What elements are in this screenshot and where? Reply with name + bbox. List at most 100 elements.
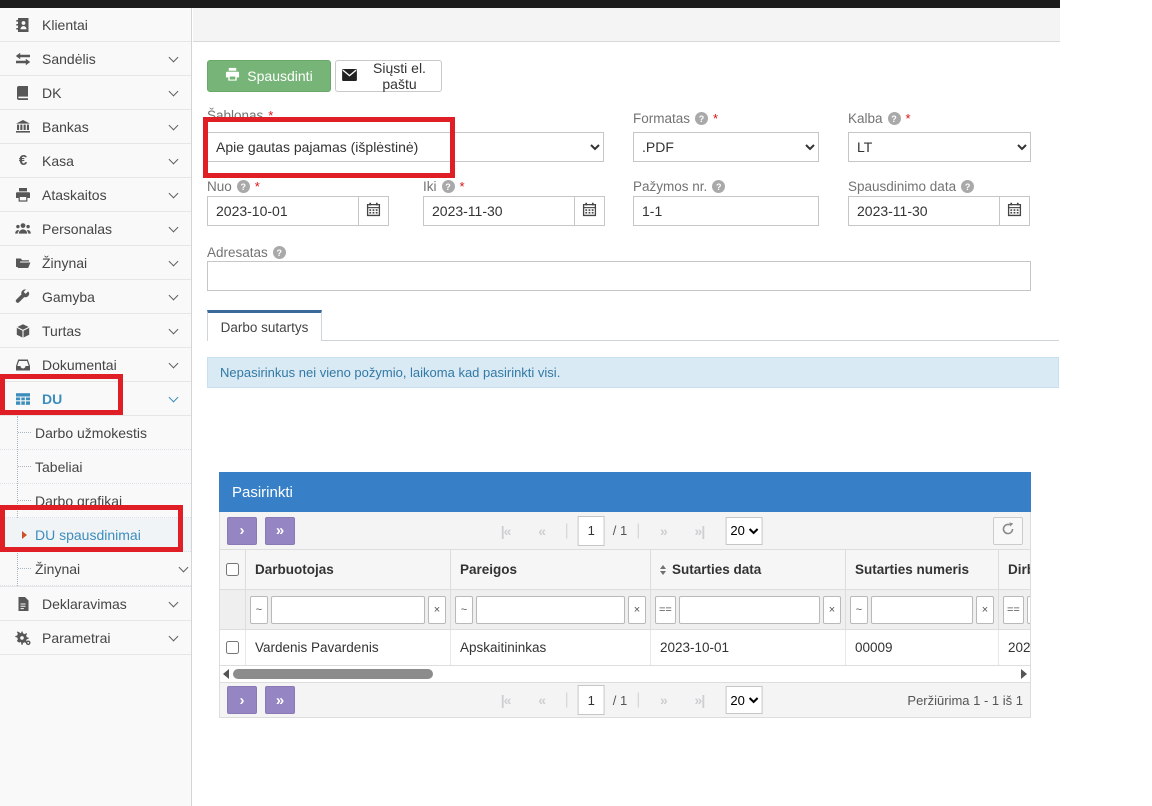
filter-input-pareigos[interactable] xyxy=(476,596,625,624)
first-page-button[interactable]: |« xyxy=(491,518,521,544)
filter-clear-button[interactable]: × xyxy=(823,596,841,624)
book-icon xyxy=(13,85,33,101)
sidebar-subitem-tabeliai[interactable]: Tabeliai xyxy=(0,450,191,484)
page-size-select[interactable]: 20 xyxy=(725,517,762,545)
sort-icon[interactable] xyxy=(660,562,666,578)
help-icon[interactable] xyxy=(888,112,901,125)
refresh-icon xyxy=(1001,522,1015,539)
filter-input-darbuotojas[interactable] xyxy=(271,596,425,624)
filter-input-sutarties-numeris[interactable] xyxy=(871,596,973,624)
formatas-select[interactable]: .PDF xyxy=(633,132,819,162)
sablonas-select[interactable]: Apie gautas pajamas (išplėstinė) xyxy=(207,132,604,162)
sidebar-item-ataskaitos[interactable]: Ataskaitos xyxy=(0,178,191,212)
select-page-button[interactable]: › xyxy=(227,686,257,714)
top-bar xyxy=(0,0,1060,8)
sidebar-item-zinynai[interactable]: Žinynai xyxy=(0,246,191,280)
help-icon[interactable] xyxy=(273,246,286,259)
sidebar-subitem-du-spausdinimai[interactable]: DU spausdinimai xyxy=(0,518,191,552)
filter-op-button[interactable]: ~ xyxy=(850,596,868,624)
sidebar-item-gamyba[interactable]: Gamyba xyxy=(0,280,191,314)
pager-separator xyxy=(565,691,569,709)
filter-clear-button[interactable]: × xyxy=(976,596,994,624)
tab-darbo-sutartys[interactable]: Darbo sutartys xyxy=(207,310,322,341)
pazymos-nr-input[interactable] xyxy=(633,196,819,226)
sidebar-item-du[interactable]: DU xyxy=(0,382,191,416)
last-page-button[interactable]: »| xyxy=(684,518,714,544)
refresh-button[interactable] xyxy=(993,517,1023,545)
page-number-input[interactable] xyxy=(578,516,605,546)
next-page-button[interactable]: » xyxy=(648,687,678,713)
filter-input-sutarties-data[interactable] xyxy=(679,596,820,624)
kalba-label: Kalba* xyxy=(848,111,911,126)
nuo-calendar-button[interactable] xyxy=(358,196,389,226)
row-checkbox[interactable] xyxy=(226,641,239,654)
filter-input-dirba[interactable] xyxy=(1027,596,1031,624)
prev-page-button[interactable]: « xyxy=(527,518,557,544)
scrollbar-thumb[interactable] xyxy=(233,669,433,679)
sidebar-item-dokumentai[interactable]: Dokumentai xyxy=(0,348,191,382)
select-all-button[interactable]: » xyxy=(265,686,295,714)
column-header-dirba[interactable]: Dirba xyxy=(999,550,1030,589)
page-count-label: / 1 xyxy=(613,523,627,538)
sidebar-item-kasa[interactable]: Kasa xyxy=(0,144,191,178)
horizontal-scrollbar[interactable] xyxy=(219,666,1031,682)
select-all-button[interactable]: » xyxy=(265,517,295,545)
spausdinimo-data-input[interactable] xyxy=(848,196,1000,226)
calendar-icon xyxy=(1007,202,1022,220)
sidebar-item-turtas[interactable]: Turtas xyxy=(0,314,191,348)
iki-calendar-button[interactable] xyxy=(574,196,605,226)
help-icon[interactable] xyxy=(712,180,725,193)
page-size-select[interactable]: 20 xyxy=(725,686,762,714)
sidebar-item-bankas[interactable]: Bankas xyxy=(0,110,191,144)
help-icon[interactable] xyxy=(695,112,708,125)
filter-op-button[interactable]: == xyxy=(1003,596,1024,624)
spausdinimo-data-calendar-button[interactable] xyxy=(999,196,1030,226)
sidebar-item-parametrai[interactable]: Parametrai xyxy=(0,621,191,655)
select-page-button[interactable]: › xyxy=(227,517,257,545)
pagination-top: |« « / 1 » »| 20 xyxy=(488,516,763,546)
sidebar-item-deklaravimas[interactable]: Deklaravimas xyxy=(0,587,191,621)
help-icon[interactable] xyxy=(961,180,974,193)
address-book-icon xyxy=(13,17,33,33)
column-header-darbuotojas[interactable]: Darbuotojas xyxy=(246,550,451,589)
sidebar-subitem-zinynai[interactable]: Žinynai xyxy=(0,552,191,586)
nuo-input[interactable] xyxy=(207,196,359,226)
print-button[interactable]: Spausdinti xyxy=(207,60,331,92)
adresatas-label: Adresatas xyxy=(207,245,286,260)
cell-pareigos: Apskaitininkas xyxy=(451,630,651,665)
next-page-button[interactable]: » xyxy=(648,518,678,544)
du-submenu: Darbo užmokestis Tabeliai Darbo grafikai… xyxy=(0,416,191,587)
filter-clear-button[interactable]: × xyxy=(428,596,446,624)
sidebar-item-sandelis[interactable]: Sandėlis xyxy=(0,42,191,76)
sidebar-subitem-darbo-grafikai[interactable]: Darbo grafikai xyxy=(0,484,191,518)
help-icon[interactable] xyxy=(237,180,250,193)
filter-op-button[interactable]: ~ xyxy=(455,596,473,624)
table-row[interactable]: Vardenis Pavardenis Apskaitininkas 2023-… xyxy=(219,630,1031,666)
prev-page-button[interactable]: « xyxy=(527,687,557,713)
sidebar-item-personalas[interactable]: Personalas xyxy=(0,212,191,246)
help-icon[interactable] xyxy=(442,180,455,193)
cell-sutarties-numeris: 00009 xyxy=(846,630,999,665)
chevron-down-icon xyxy=(169,258,179,268)
sidebar-subitem-darbo-uzmokestis[interactable]: Darbo užmokestis xyxy=(0,416,191,450)
column-header-sutarties-data[interactable]: Sutarties data xyxy=(651,550,846,589)
column-header-sutarties-numeris[interactable]: Sutarties numeris xyxy=(846,550,999,589)
first-page-button[interactable]: |« xyxy=(491,687,521,713)
page-number-input[interactable] xyxy=(578,685,605,715)
adresatas-input[interactable] xyxy=(207,261,1031,291)
iki-input[interactable] xyxy=(423,196,575,226)
scroll-left-arrow[interactable] xyxy=(223,669,229,679)
scroll-right-arrow[interactable] xyxy=(1021,669,1027,679)
cell-dirba: 2023 xyxy=(999,630,1031,665)
kalba-select[interactable]: LT xyxy=(848,132,1031,162)
select-all-checkbox[interactable] xyxy=(226,563,239,576)
filter-clear-button[interactable]: × xyxy=(628,596,646,624)
last-page-button[interactable]: »| xyxy=(684,687,714,713)
filter-op-button[interactable]: ~ xyxy=(250,596,268,624)
filter-op-button[interactable]: == xyxy=(655,596,676,624)
sidebar-item-dk[interactable]: DK xyxy=(0,76,191,110)
dotted-stub xyxy=(18,568,31,569)
sidebar-item-klientai[interactable]: Klientai xyxy=(0,8,191,42)
column-header-pareigos[interactable]: Pareigos xyxy=(451,550,651,589)
send-email-button[interactable]: Siųsti el. paštu xyxy=(335,60,442,92)
